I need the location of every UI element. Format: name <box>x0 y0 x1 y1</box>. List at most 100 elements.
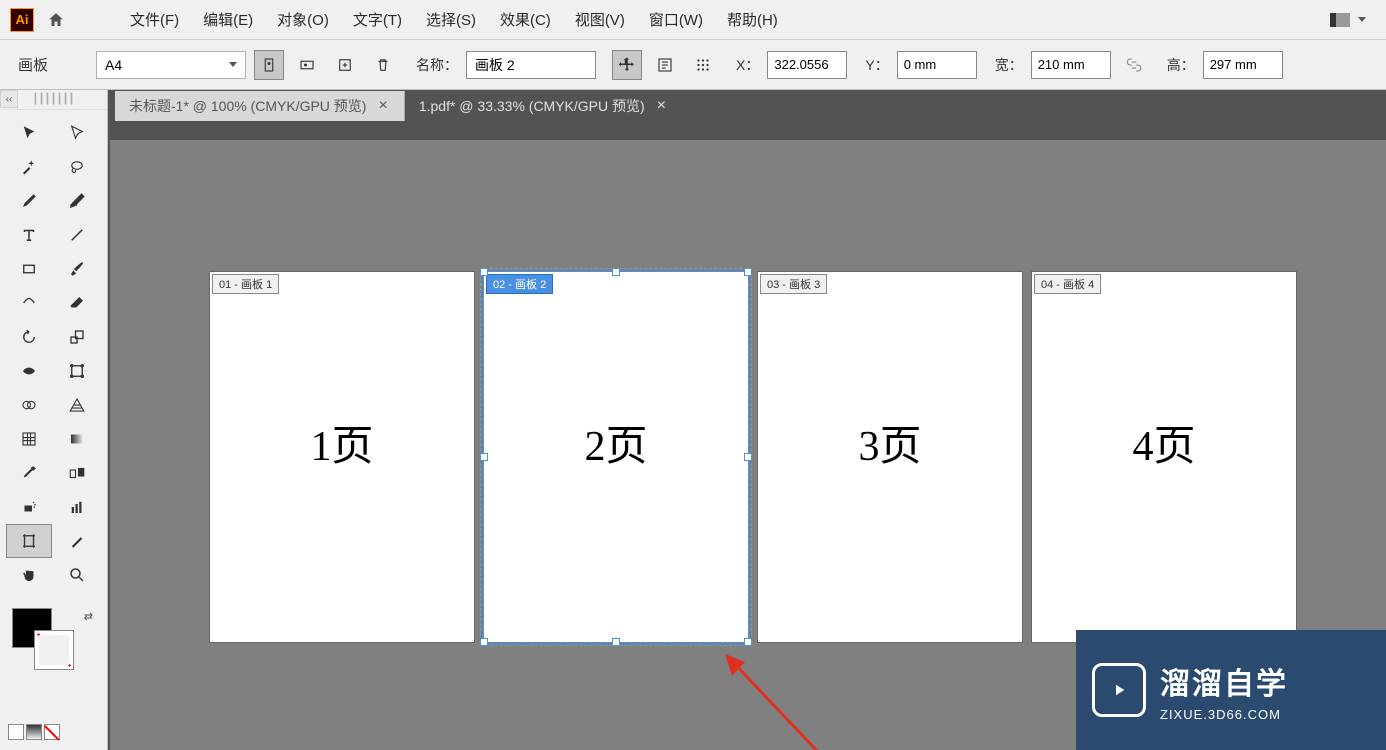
magic-wand-tool[interactable] <box>6 150 52 184</box>
delete-artboard-button[interactable] <box>368 50 398 80</box>
line-tool[interactable] <box>54 218 100 252</box>
document-tab[interactable]: 未标题-1* @ 100% (CMYK/GPU 预览) × <box>115 91 405 121</box>
eraser-tool[interactable] <box>54 286 100 320</box>
menu-select[interactable]: 选择(S) <box>414 3 488 36</box>
h-label: 高： <box>1167 55 1195 75</box>
artboard-1[interactable]: 01 - 画板 1 1页 <box>210 272 474 642</box>
resize-handle[interactable] <box>612 268 620 276</box>
gradient-mode-button[interactable] <box>26 724 42 740</box>
color-mode-button[interactable] <box>8 724 24 740</box>
artboard-4[interactable]: 04 - 画板 4 4页 <box>1032 272 1296 642</box>
resize-handle[interactable] <box>480 453 488 461</box>
symbol-sprayer-tool[interactable] <box>6 490 52 524</box>
column-graph-tool[interactable] <box>54 490 100 524</box>
tab-label: 未标题-1* @ 100% (CMYK/GPU 预览) <box>129 96 366 116</box>
type-tool[interactable] <box>6 218 52 252</box>
w-input[interactable] <box>1031 51 1111 79</box>
paintbrush-tool[interactable] <box>54 252 100 286</box>
perspective-grid-tool[interactable] <box>54 388 100 422</box>
artboard-name-input[interactable] <box>466 51 596 79</box>
w-label: 宽： <box>995 55 1023 75</box>
hand-tool[interactable] <box>6 558 52 592</box>
artboard-content-text: 2页 <box>484 412 748 473</box>
artboard-content-text: 3页 <box>758 412 1022 473</box>
artboard-2[interactable]: 02 - 画板 2 2页 <box>484 272 748 642</box>
h-input[interactable] <box>1203 51 1283 79</box>
panel-collapse-button[interactable]: ‹‹ <box>0 90 18 108</box>
menu-file[interactable]: 文件(F) <box>118 3 191 36</box>
watermark-url: ZIXUE.3D66.COM <box>1160 707 1288 722</box>
menu-object[interactable]: 对象(O) <box>265 3 341 36</box>
stroke-color-swatch[interactable] <box>34 630 74 670</box>
close-icon[interactable]: × <box>376 97 389 115</box>
color-swatches: ⇄ <box>0 608 107 668</box>
resize-handle[interactable] <box>612 638 620 646</box>
artboard-label: 04 - 画板 4 <box>1034 274 1101 294</box>
resize-handle[interactable] <box>744 638 752 646</box>
scale-tool[interactable] <box>54 320 100 354</box>
tab-bar: 未标题-1* @ 100% (CMYK/GPU 预览) × 1.pdf* @ 3… <box>0 90 1386 122</box>
swap-colors-icon[interactable]: ⇄ <box>84 610 93 623</box>
y-input[interactable] <box>897 51 977 79</box>
close-icon[interactable]: × <box>655 97 668 115</box>
x-label: X： <box>736 55 759 75</box>
width-tool[interactable] <box>6 354 52 388</box>
rotate-tool[interactable] <box>6 320 52 354</box>
artboard-tool[interactable] <box>6 524 52 558</box>
preset-value: A4 <box>105 57 122 73</box>
blend-tool[interactable] <box>54 456 100 490</box>
pen-tool[interactable] <box>6 184 52 218</box>
workspace-switcher-icon[interactable] <box>1330 13 1350 27</box>
curvature-tool[interactable] <box>54 184 100 218</box>
orientation-portrait-button[interactable] <box>254 50 284 80</box>
artboard-label: 03 - 画板 3 <box>760 274 827 294</box>
artboard-options-button[interactable] <box>650 50 680 80</box>
artboard-content-text: 1页 <box>210 412 474 473</box>
menu-edit[interactable]: 编辑(E) <box>191 3 265 36</box>
rectangle-tool[interactable] <box>6 252 52 286</box>
menu-bar: Ai 文件(F) 编辑(E) 对象(O) 文字(T) 选择(S) 效果(C) 视… <box>0 0 1386 40</box>
resize-handle[interactable] <box>480 638 488 646</box>
chevron-down-icon[interactable] <box>1358 17 1366 22</box>
zoom-tool[interactable] <box>54 558 100 592</box>
shape-builder-tool[interactable] <box>6 388 52 422</box>
direct-selection-tool[interactable] <box>54 116 100 150</box>
play-icon <box>1092 663 1146 717</box>
mesh-tool[interactable] <box>6 422 52 456</box>
preset-select[interactable]: A4 <box>96 51 246 79</box>
new-artboard-button[interactable] <box>330 50 360 80</box>
x-input[interactable] <box>767 51 847 79</box>
lasso-tool[interactable] <box>54 150 100 184</box>
annotation-arrow-icon <box>720 654 840 750</box>
artboard-label: 01 - 画板 1 <box>212 274 279 294</box>
resize-handle[interactable] <box>744 453 752 461</box>
eyedropper-tool[interactable] <box>6 456 52 490</box>
artboard-content-text: 4页 <box>1032 412 1296 473</box>
move-artwork-button[interactable] <box>612 50 642 80</box>
menu-view[interactable]: 视图(V) <box>563 3 637 36</box>
none-mode-button[interactable] <box>44 724 60 740</box>
watermark-overlay: 溜溜自学 ZIXUE.3D66.COM <box>1076 630 1386 750</box>
document-tab[interactable]: 1.pdf* @ 33.33% (CMYK/GPU 预览) × <box>405 91 682 121</box>
shaper-tool[interactable] <box>6 286 52 320</box>
menu-text[interactable]: 文字(T) <box>341 3 414 36</box>
menu-help[interactable]: 帮助(H) <box>715 3 790 36</box>
menu-window[interactable]: 窗口(W) <box>637 3 715 36</box>
gradient-tool[interactable] <box>54 422 100 456</box>
app-logo-icon: Ai <box>10 8 34 32</box>
resize-handle[interactable] <box>480 268 488 276</box>
home-icon[interactable] <box>44 8 68 32</box>
slice-tool[interactable] <box>54 524 100 558</box>
artboard-3[interactable]: 03 - 画板 3 3页 <box>758 272 1022 642</box>
chevron-down-icon <box>229 62 237 67</box>
menu-effect[interactable]: 效果(C) <box>488 3 563 36</box>
reference-point-button[interactable] <box>688 50 718 80</box>
options-bar: 画板 A4 名称： X： Y： 宽： 高： <box>0 40 1386 90</box>
resize-handle[interactable] <box>744 268 752 276</box>
free-transform-tool[interactable] <box>54 354 100 388</box>
orientation-landscape-button[interactable] <box>292 50 322 80</box>
selection-tool[interactable] <box>6 116 52 150</box>
name-label: 名称： <box>416 55 458 75</box>
artboard-label: 02 - 画板 2 <box>486 274 553 294</box>
link-dimensions-button[interactable] <box>1119 50 1149 80</box>
